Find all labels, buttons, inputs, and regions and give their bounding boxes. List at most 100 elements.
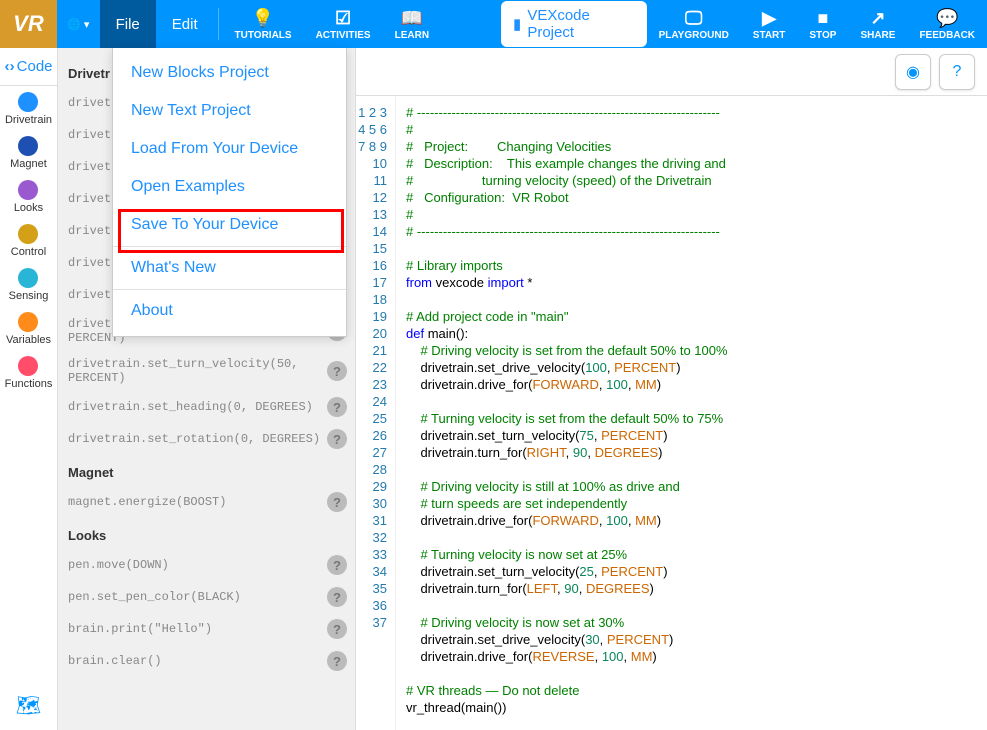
feedback-button[interactable]: 💬 FEEDBACK [907,0,987,48]
palette-help-icon[interactable]: ? [327,492,347,512]
code-line[interactable]: drivetrain.drive_for(FORWARD, 100, MM) [406,376,728,393]
code-line[interactable]: drivetrain.set_drive_velocity(30, PERCEN… [406,631,728,648]
palette-row[interactable]: pen.set_pen_color(BLACK)? [68,581,347,613]
code-line[interactable]: # turn speeds are set independently [406,495,728,512]
code-line[interactable]: drivetrain.turn_for(RIGHT, 90, DEGREES) [406,444,728,461]
project-name: VEXcode Project [527,7,626,41]
code-line[interactable]: # --------------------------------------… [406,223,728,240]
palette-help-icon[interactable]: ? [327,555,347,575]
code-line[interactable]: # [406,121,728,138]
category-item[interactable]: Looks [5,174,53,218]
category-color-dot [18,180,38,200]
palette-help-icon[interactable]: ? [327,619,347,639]
code-line[interactable]: # Configuration: VR Robot [406,189,728,206]
category-item[interactable]: Control [5,218,53,262]
dashboard-button[interactable]: ◉ [895,54,931,90]
menu-separator [113,289,346,290]
share-button[interactable]: ↗ SHARE [848,0,907,48]
code-line[interactable] [406,529,728,546]
code-line[interactable] [406,716,728,730]
file-menu-item[interactable]: What's New [113,249,346,287]
start-button[interactable]: ▶ START [741,0,798,48]
language-button[interactable]: 🌐 ▾ [57,0,100,48]
code-line[interactable]: # Driving velocity is now set at 30% [406,614,728,631]
code-line[interactable]: # Turning velocity is set from the defau… [406,410,728,427]
file-menu-button[interactable]: File [100,0,156,48]
palette-row[interactable]: drivetrain.set_rotation(0, DEGREES)? [68,423,347,455]
file-menu-item[interactable]: Load From Your Device [113,130,346,168]
category-color-dot [18,224,38,244]
category-label: Variables [6,334,51,346]
help-button[interactable]: ? [939,54,975,90]
palette-section-header: Looks [68,528,347,543]
code-line[interactable]: # VR threads — Do not delete [406,682,728,699]
code-line[interactable]: # Description: This example changes the … [406,155,728,172]
learn-button[interactable]: 📖 LEARN [383,0,441,48]
code-line[interactable]: # Add project code in "main" [406,308,728,325]
code-line[interactable] [406,393,728,410]
code-lines[interactable]: # --------------------------------------… [396,96,738,730]
palette-help-icon[interactable]: ? [327,651,347,671]
code-tab[interactable]: Code [0,48,57,86]
code-line[interactable]: from vexcode import * [406,274,728,291]
code-line[interactable]: # --------------------------------------… [406,104,728,121]
palette-help-icon[interactable]: ? [327,587,347,607]
code-line[interactable] [406,461,728,478]
palette-row[interactable]: drivetrain.set_heading(0, DEGREES)? [68,391,347,423]
palette-row[interactable]: magnet.energize(BOOST)? [68,486,347,518]
palette-help-icon[interactable]: ? [327,429,347,449]
playground-button[interactable]: 🖵 PLAYGROUND [647,0,741,48]
category-color-dot [18,92,38,112]
category-item[interactable]: Variables [5,306,53,350]
code-line[interactable]: drivetrain.set_drive_velocity(100, PERCE… [406,359,728,376]
category-item[interactable]: Sensing [5,262,53,306]
code-line[interactable]: vr_thread(main()) [406,699,728,716]
tutorials-button[interactable]: 💡 TUTORIALS [223,0,304,48]
globe-icon: 🌐 ▾ [67,18,89,31]
slot-icon: ▮ [513,15,521,33]
category-item[interactable]: Drivetrain [5,86,53,130]
code-line[interactable]: # Driving velocity is set from the defau… [406,342,728,359]
category-item[interactable]: Functions [5,350,53,394]
file-menu-item[interactable]: New Blocks Project [113,54,346,92]
palette-help-icon[interactable]: ? [327,361,347,381]
category-label: Control [11,246,46,258]
book-icon: 📖 [401,8,423,30]
map-icon[interactable]: 🗺 [4,681,53,730]
code-line[interactable]: drivetrain.drive_for(FORWARD, 100, MM) [406,512,728,529]
code-line[interactable]: drivetrain.set_turn_velocity(25, PERCENT… [406,563,728,580]
category-item[interactable]: Magnet [5,130,53,174]
palette-row[interactable]: brain.print("Hello")? [68,613,347,645]
activities-button[interactable]: ☑ ACTIVITIES [304,0,383,48]
code-line[interactable]: # turning velocity (speed) of the Drivet… [406,172,728,189]
edit-menu-button[interactable]: Edit [156,0,214,48]
code-line[interactable] [406,291,728,308]
category-label: Sensing [9,290,49,302]
menu-separator [113,246,346,247]
code-editor: ◉ ? 1 2 3 4 5 6 7 8 9 10 11 12 13 14 15 … [356,48,987,730]
file-menu-item[interactable]: About [113,292,346,330]
file-menu-item[interactable]: Save To Your Device [113,206,346,244]
code-line[interactable] [406,597,728,614]
code-line[interactable]: def main(): [406,325,728,342]
stop-button[interactable]: ■ STOP [797,0,848,48]
code-line[interactable] [406,665,728,682]
code-line[interactable]: drivetrain.drive_for(REVERSE, 100, MM) [406,648,728,665]
project-name-pill[interactable]: ▮ VEXcode Project [501,1,647,47]
code-line[interactable] [406,240,728,257]
code-line[interactable]: # Project: Changing Velocities [406,138,728,155]
code-line[interactable]: # Turning velocity is now set at 25% [406,546,728,563]
file-menu-item[interactable]: New Text Project [113,92,346,130]
palette-row[interactable]: drivetrain.set_turn_velocity(50, PERCENT… [68,351,347,391]
palette-code-snippet: drivetr [68,128,118,142]
palette-help-icon[interactable]: ? [327,397,347,417]
file-menu-item[interactable]: Open Examples [113,168,346,206]
palette-row[interactable]: brain.clear()? [68,645,347,677]
code-line[interactable]: drivetrain.set_turn_velocity(75, PERCENT… [406,427,728,444]
palette-row[interactable]: pen.move(DOWN)? [68,549,347,581]
code-area[interactable]: 1 2 3 4 5 6 7 8 9 10 11 12 13 14 15 16 1… [356,96,987,730]
code-line[interactable]: # Library imports [406,257,728,274]
code-line[interactable]: drivetrain.turn_for(LEFT, 90, DEGREES) [406,580,728,597]
code-line[interactable]: # [406,206,728,223]
code-line[interactable]: # Driving velocity is still at 100% as d… [406,478,728,495]
